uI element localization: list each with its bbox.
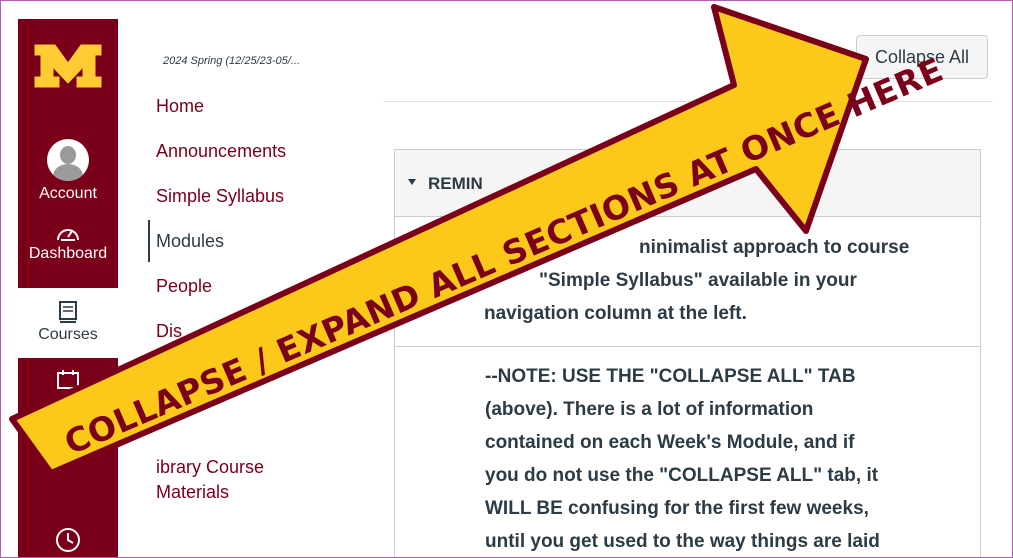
course-nav-modules[interactable]: Modules xyxy=(156,231,224,252)
collapse-all-button[interactable]: Collapse All xyxy=(856,35,988,79)
active-indicator xyxy=(148,220,150,262)
course-nav-materials[interactable]: Materials xyxy=(156,482,229,503)
course-nav-simple-syllabus[interactable]: Simple Syllabus xyxy=(156,186,284,207)
history-icon[interactable] xyxy=(54,526,82,554)
module-header[interactable]: REMIN xyxy=(395,150,980,217)
course-nav-home[interactable]: Home xyxy=(156,96,204,117)
course-nav-people[interactable]: People xyxy=(156,276,212,297)
nav-courses-label: Courses xyxy=(38,326,98,343)
module-note-text: --NOTE: USE THE "COLLAPSE ALL" TAB (abov… xyxy=(485,366,880,552)
course-nav-library-course[interactable]: ibrary Course xyxy=(156,457,264,478)
nav-dashboard[interactable]: Dashboard xyxy=(18,223,118,263)
nav-dashboard-label: Dashboard xyxy=(28,245,108,262)
module-item[interactable]: ninimalist approach to course "Simple Sy… xyxy=(395,217,980,347)
collapse-caret-icon[interactable] xyxy=(408,179,416,185)
course-nav-announcements[interactable]: Announcements xyxy=(156,141,286,162)
university-logo[interactable] xyxy=(33,41,103,91)
course-term: 2024 Spring (12/25/23-05/... xyxy=(163,55,300,67)
dashboard-icon xyxy=(57,229,79,241)
module: REMIN ninimalist approach to course "Sim… xyxy=(394,149,981,557)
avatar xyxy=(47,139,89,181)
nav-courses[interactable]: Courses xyxy=(18,288,118,358)
nav-account-label: Account xyxy=(39,185,97,202)
toolbar-divider xyxy=(383,101,993,102)
browser-frame: Account Dashboard Courses 2024 Spring (1… xyxy=(0,0,1013,558)
nav-account[interactable]: Account xyxy=(18,139,118,203)
module-note-item[interactable]: --NOTE: USE THE "COLLAPSE ALL" TAB (abov… xyxy=(395,347,980,557)
module-item-text: ninimalist approach to course "Simple Sy… xyxy=(484,237,910,324)
module-title: REMIN xyxy=(428,174,483,193)
window-gap xyxy=(1,1,18,557)
course-nav-discussions[interactable]: Dis xyxy=(156,321,182,342)
calendar-icon[interactable] xyxy=(56,369,80,389)
courses-icon xyxy=(59,301,77,323)
